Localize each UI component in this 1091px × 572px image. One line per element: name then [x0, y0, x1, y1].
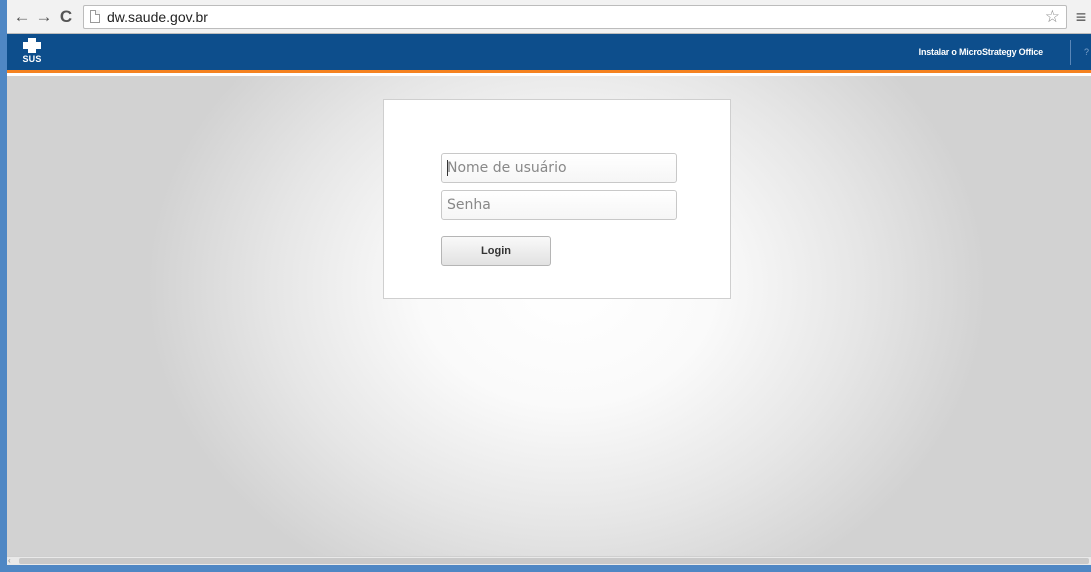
text-caret [447, 160, 448, 176]
sus-logo-text: SUS [22, 54, 42, 64]
back-arrow-icon[interactable]: ← [11, 6, 33, 28]
browser-menu-icon[interactable]: ≡ [1071, 8, 1091, 26]
scroll-left-icon[interactable]: ‹ [8, 556, 11, 565]
login-button[interactable]: Login [441, 236, 551, 266]
header-divider [1070, 40, 1071, 65]
forward-arrow-icon[interactable]: → [33, 6, 55, 28]
login-card: Login [383, 99, 731, 299]
browser-toolbar: ← → C dw.saude.gov.br ☆ ≡ [7, 0, 1091, 34]
page-icon [90, 10, 100, 23]
sus-logo[interactable]: SUS [20, 38, 44, 66]
bookmark-star-icon[interactable]: ☆ [1045, 8, 1060, 25]
address-bar-url[interactable]: dw.saude.gov.br [107, 9, 1045, 25]
password-field[interactable] [441, 190, 677, 220]
scrollbar-thumb[interactable] [19, 558, 1089, 564]
install-office-link[interactable]: Instalar o MicroStrategy Office [919, 47, 1044, 57]
username-field[interactable] [441, 153, 677, 183]
horizontal-scrollbar[interactable]: ‹ [7, 556, 1091, 565]
app-header: SUS Instalar o MicroStrategy Office ? [7, 34, 1091, 73]
address-bar[interactable]: dw.saude.gov.br ☆ [83, 4, 1067, 29]
main-content: Login ‹ [7, 76, 1091, 565]
reload-icon[interactable]: C [55, 6, 77, 28]
help-link[interactable]: ? [1084, 47, 1089, 57]
browser-window: ← → C dw.saude.gov.br ☆ ≡ SUS Instalar o… [0, 0, 1091, 572]
